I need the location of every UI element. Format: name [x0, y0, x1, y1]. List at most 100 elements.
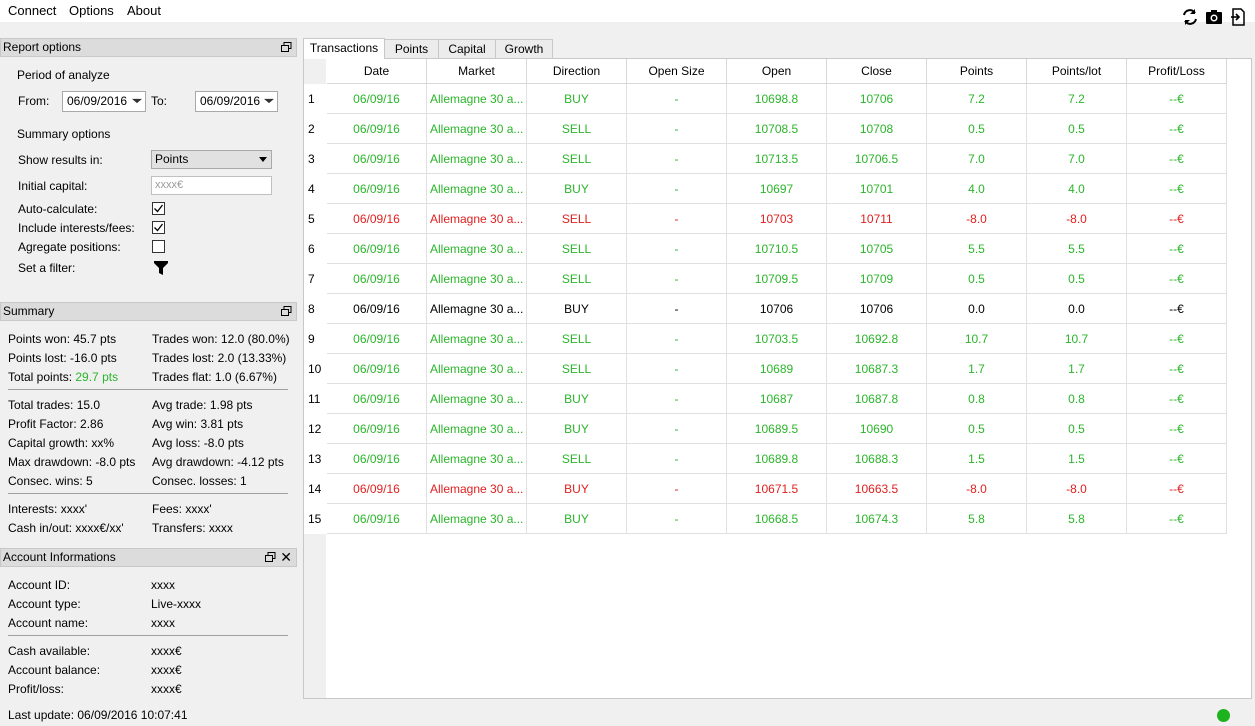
table-cell[interactable]: 10674.3 [827, 504, 927, 534]
row-number[interactable]: 15 [304, 504, 326, 534]
table-cell[interactable]: 4.0 [927, 174, 1027, 204]
table-cell[interactable]: --€ [1127, 324, 1227, 354]
row-number[interactable]: 13 [304, 444, 326, 474]
row-number[interactable]: 7 [304, 264, 326, 294]
table-cell[interactable]: - [627, 444, 727, 474]
table-cell[interactable]: BUY [527, 294, 627, 324]
table-cell[interactable]: SELL [527, 114, 627, 144]
table-cell[interactable]: BUY [527, 384, 627, 414]
table-cell[interactable]: -8.0 [927, 474, 1027, 504]
row-number[interactable]: 14 [304, 474, 326, 504]
row-number[interactable]: 11 [304, 384, 326, 414]
table-cell[interactable]: 10703 [727, 204, 827, 234]
table-cell[interactable]: 0.0 [1027, 294, 1127, 324]
table-cell[interactable]: 10692.8 [827, 324, 927, 354]
table-cell[interactable]: Allemagne 30 a... [427, 444, 527, 474]
to-date-input[interactable]: 06/09/2016 [195, 91, 278, 112]
table-cell[interactable]: - [627, 324, 727, 354]
table-cell[interactable]: 10706 [827, 84, 927, 114]
table-cell[interactable]: BUY [527, 414, 627, 444]
column-header[interactable]: Direction [527, 59, 627, 84]
table-cell[interactable]: --€ [1127, 444, 1227, 474]
table-cell[interactable]: 1.7 [1027, 354, 1127, 384]
table-cell[interactable]: 0.5 [1027, 414, 1127, 444]
table-cell[interactable]: 06/09/16 [327, 144, 427, 174]
table-cell[interactable]: --€ [1127, 354, 1227, 384]
table-cell[interactable]: SELL [527, 444, 627, 474]
close-icon[interactable]: ✕ [280, 549, 292, 565]
table-cell[interactable]: 10701 [827, 174, 927, 204]
column-header[interactable]: Date [327, 59, 427, 84]
table-cell[interactable]: - [627, 474, 727, 504]
table-cell[interactable]: 7.0 [1027, 144, 1127, 174]
menu-about[interactable]: About [127, 3, 161, 18]
table-cell[interactable]: 10710.5 [727, 234, 827, 264]
table-cell[interactable]: Allemagne 30 a... [427, 294, 527, 324]
table-cell[interactable]: Allemagne 30 a... [427, 234, 527, 264]
table-cell[interactable]: Allemagne 30 a... [427, 144, 527, 174]
table-cell[interactable]: - [627, 204, 727, 234]
table-cell[interactable]: 7.2 [927, 84, 1027, 114]
table-cell[interactable]: 06/09/16 [327, 114, 427, 144]
table-cell[interactable]: -8.0 [1027, 474, 1127, 504]
table-cell[interactable]: 10.7 [1027, 324, 1127, 354]
table-cell[interactable]: 10689.5 [727, 414, 827, 444]
table-cell[interactable]: Allemagne 30 a... [427, 204, 527, 234]
table-cell[interactable]: 5.8 [927, 504, 1027, 534]
table-cell[interactable]: SELL [527, 324, 627, 354]
table-cell[interactable]: Allemagne 30 a... [427, 354, 527, 384]
table-cell[interactable]: Allemagne 30 a... [427, 174, 527, 204]
tab-points[interactable]: Points [384, 39, 439, 58]
table-cell[interactable]: 10706 [727, 294, 827, 324]
export-icon[interactable] [1229, 8, 1247, 26]
table-cell[interactable]: SELL [527, 204, 627, 234]
column-header[interactable]: Profit/Loss [1127, 59, 1227, 84]
table-cell[interactable]: 06/09/16 [327, 444, 427, 474]
table-cell[interactable]: - [627, 414, 727, 444]
column-header[interactable]: Close [827, 59, 927, 84]
table-cell[interactable]: 10706.5 [827, 144, 927, 174]
table-cell[interactable]: 06/09/16 [327, 84, 427, 114]
table-cell[interactable]: 0.5 [927, 264, 1027, 294]
from-date-input[interactable]: 06/09/2016 [62, 91, 146, 112]
table-cell[interactable]: 1.5 [1027, 444, 1127, 474]
table-cell[interactable]: 7.2 [1027, 84, 1127, 114]
table-cell[interactable]: SELL [527, 354, 627, 384]
table-cell[interactable]: - [627, 294, 727, 324]
tab-transactions[interactable]: Transactions [303, 38, 385, 59]
table-cell[interactable]: 4.0 [1027, 174, 1127, 204]
table-cell[interactable]: --€ [1127, 114, 1227, 144]
table-cell[interactable]: 10697 [727, 174, 827, 204]
table-cell[interactable]: BUY [527, 84, 627, 114]
table-cell[interactable]: 0.5 [1027, 114, 1127, 144]
table-cell[interactable]: 10708 [827, 114, 927, 144]
table-cell[interactable]: 10688.3 [827, 444, 927, 474]
table-cell[interactable]: --€ [1127, 384, 1227, 414]
column-header[interactable]: Market [427, 59, 527, 84]
column-header[interactable]: Points [927, 59, 1027, 84]
table-cell[interactable]: 0.8 [927, 384, 1027, 414]
table-cell[interactable]: - [627, 504, 727, 534]
table-cell[interactable]: --€ [1127, 504, 1227, 534]
column-header[interactable]: Points/lot [1027, 59, 1127, 84]
table-cell[interactable]: 06/09/16 [327, 204, 427, 234]
row-number[interactable]: 10 [304, 354, 326, 384]
table-cell[interactable]: --€ [1127, 174, 1227, 204]
table-cell[interactable]: 5.8 [1027, 504, 1127, 534]
table-cell[interactable]: Allemagne 30 a... [427, 264, 527, 294]
table-cell[interactable]: 10711 [827, 204, 927, 234]
table-cell[interactable]: 10705 [827, 234, 927, 264]
filter-icon[interactable] [153, 260, 169, 279]
table-cell[interactable]: 7.0 [927, 144, 1027, 174]
table-cell[interactable]: BUY [527, 474, 627, 504]
aggregate-checkbox[interactable] [152, 240, 165, 253]
table-cell[interactable]: 10713.5 [727, 144, 827, 174]
table-cell[interactable]: SELL [527, 264, 627, 294]
table-cell[interactable]: -8.0 [927, 204, 1027, 234]
table-cell[interactable]: Allemagne 30 a... [427, 384, 527, 414]
table-cell[interactable]: 10708.5 [727, 114, 827, 144]
table-cell[interactable]: 10698.8 [727, 84, 827, 114]
include-fees-checkbox[interactable] [152, 221, 165, 234]
table-cell[interactable]: 06/09/16 [327, 354, 427, 384]
row-number[interactable]: 6 [304, 234, 326, 264]
